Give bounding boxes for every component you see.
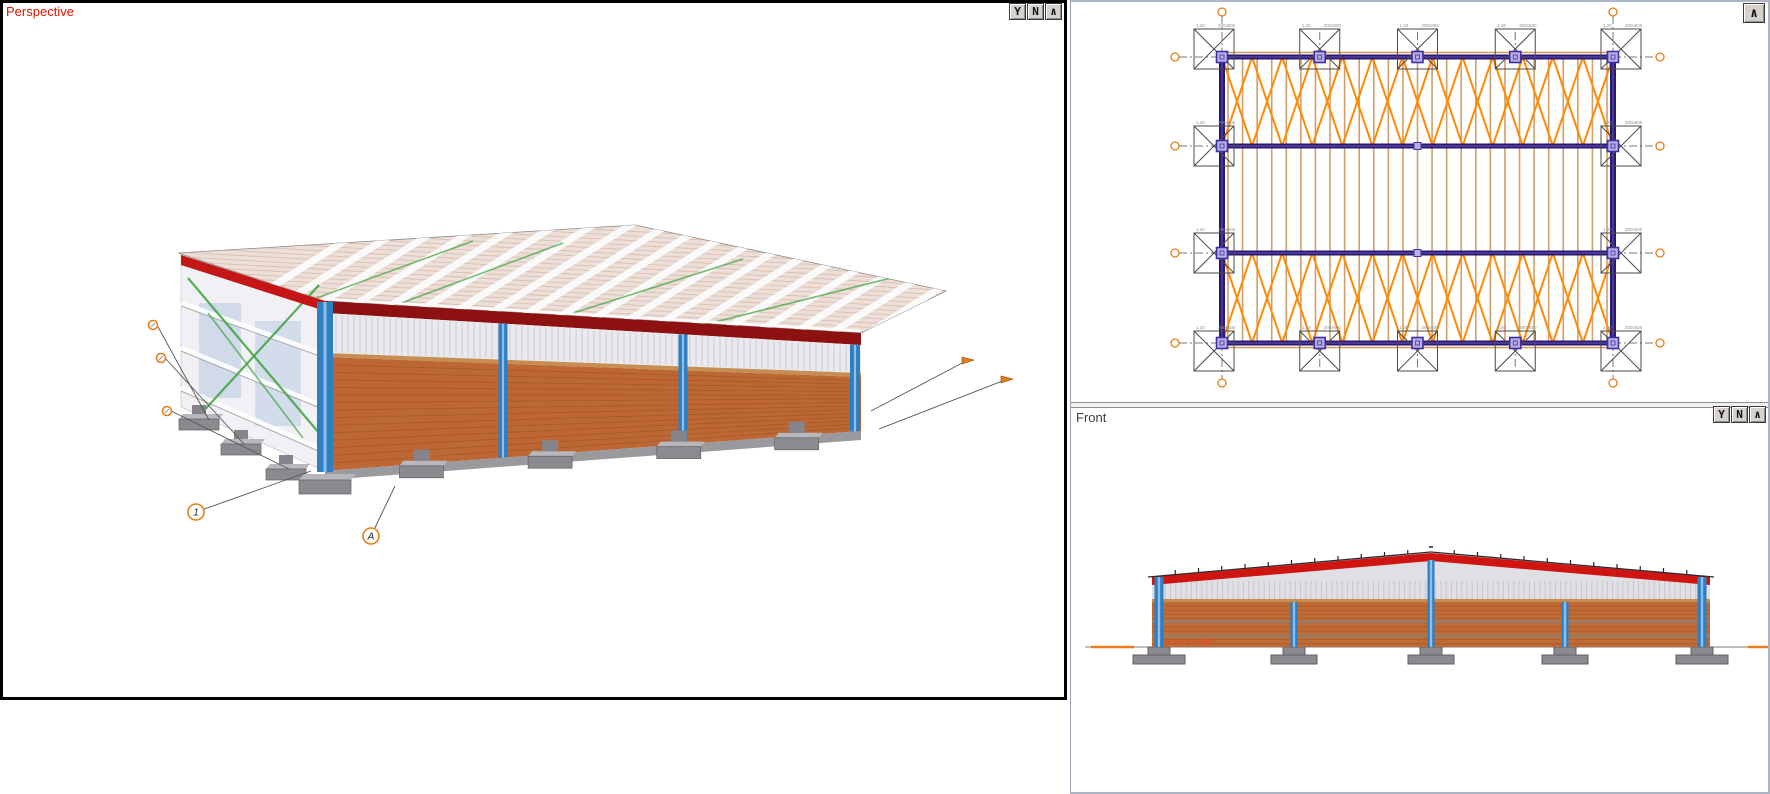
viewport-front-title: Front	[1076, 410, 1107, 425]
perspective-3d-canvas[interactable]: 1A	[3, 3, 1064, 697]
svg-text:200x600: 200x600	[1422, 325, 1440, 330]
svg-text:1.20: 1.20	[1302, 23, 1311, 28]
svg-text:1.20: 1.20	[1603, 325, 1612, 330]
right-panel-group: ∧ 1.20 200x600 1.20 200x600 1.20 200x600 1.20 2…	[1070, 0, 1770, 794]
front-button-up[interactable]: ∧	[1749, 406, 1766, 423]
svg-text:1.20: 1.20	[1196, 23, 1205, 28]
svg-text:200x600: 200x600	[1625, 120, 1643, 125]
svg-text:200x600: 200x600	[1218, 120, 1236, 125]
svg-text:1.20: 1.20	[1603, 23, 1612, 28]
svg-text:200x600: 200x600	[1625, 23, 1643, 28]
plan-button-up[interactable]: ∧	[1743, 3, 1765, 23]
viewport-plan[interactable]: ∧ 1.20 200x600 1.20 200x600 1.20 200x600 1.20 2…	[1071, 2, 1768, 402]
svg-text:1.20: 1.20	[1302, 325, 1311, 330]
svg-text:200x600: 200x600	[1422, 23, 1440, 28]
svg-text:1.20: 1.20	[1400, 325, 1409, 330]
svg-text:200x600: 200x600	[1218, 227, 1236, 232]
svg-text:1.20: 1.20	[1196, 325, 1205, 330]
svg-text:200x600: 200x600	[1519, 325, 1537, 330]
svg-text:200x600: 200x600	[1218, 23, 1236, 28]
cad-app-window: Perspective Y N ∧ 1A ∧ 1.20 200x600 1.20 200x…	[0, 0, 1770, 794]
svg-text:1.20: 1.20	[1603, 120, 1612, 125]
svg-text:1.20: 1.20	[1603, 227, 1612, 232]
svg-text:1.20: 1.20	[1400, 23, 1409, 28]
plan-2d-canvas[interactable]: 1.20 200x600 1.20 200x600 1.20 200x600 1.20 200…	[1071, 2, 1768, 402]
svg-text:1.20: 1.20	[1497, 325, 1506, 330]
svg-text:1.20: 1.20	[1497, 23, 1506, 28]
perspective-button-up[interactable]: ∧	[1045, 3, 1062, 20]
front-button-n[interactable]: N	[1731, 406, 1748, 423]
svg-text:200x600: 200x600	[1324, 23, 1342, 28]
svg-text:200x600: 200x600	[1625, 325, 1643, 330]
svg-text:200x600: 200x600	[1324, 325, 1342, 330]
perspective-button-y[interactable]: Y	[1009, 3, 1026, 20]
svg-text:1.20: 1.20	[1196, 227, 1205, 232]
svg-text:200x600: 200x600	[1519, 23, 1537, 28]
perspective-button-n[interactable]: N	[1027, 3, 1044, 20]
svg-text:1: 1	[193, 508, 199, 519]
viewport-perspective[interactable]: Perspective Y N ∧ 1A	[0, 0, 1067, 700]
front-2d-canvas[interactable]	[1071, 408, 1768, 790]
front-view-buttons: Y N ∧	[1713, 406, 1766, 423]
plan-view-buttons: ∧	[1743, 3, 1765, 23]
svg-text:A: A	[367, 532, 375, 543]
viewport-front[interactable]: Front Y N ∧	[1071, 406, 1768, 790]
svg-text:1.20: 1.20	[1196, 120, 1205, 125]
viewport-perspective-title: Perspective	[6, 4, 74, 19]
front-button-y[interactable]: Y	[1713, 406, 1730, 423]
perspective-view-buttons: Y N ∧	[1009, 3, 1062, 20]
svg-text:200x600: 200x600	[1218, 325, 1236, 330]
svg-text:200x600: 200x600	[1625, 227, 1643, 232]
